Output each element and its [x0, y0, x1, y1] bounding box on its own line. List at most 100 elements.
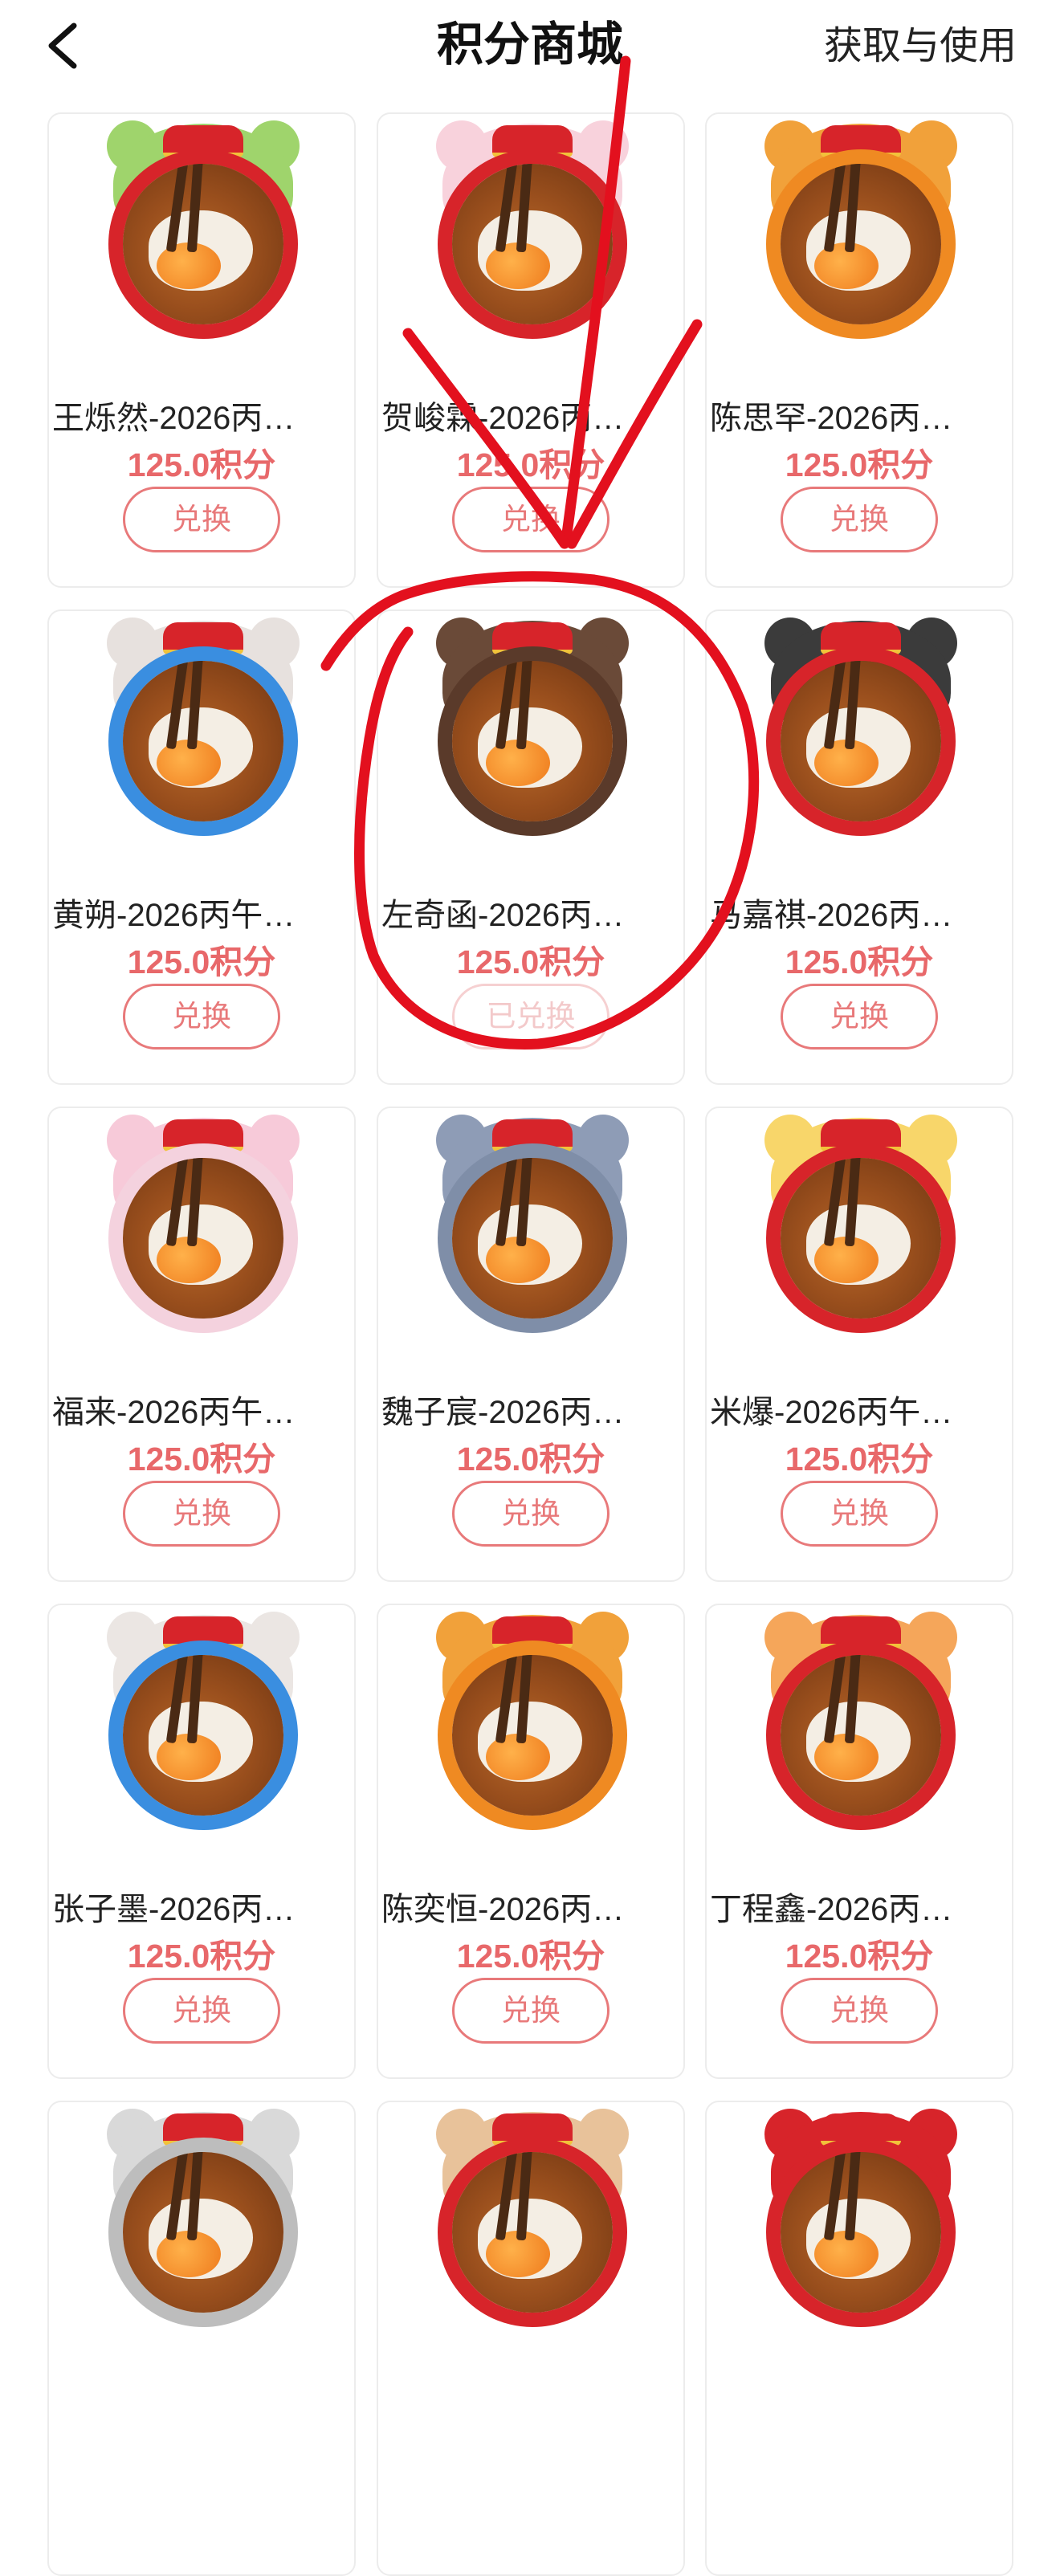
top-bar: 积分商城 获取与使用	[0, 0, 1060, 95]
redeem-button[interactable]: 兑换	[781, 1978, 938, 2044]
product-image	[83, 618, 324, 844]
image-ring	[766, 1641, 956, 1830]
redeem-button[interactable]: 兑换	[123, 1978, 280, 2044]
product-price: 125.0积分	[456, 1938, 605, 1975]
product-title: 黄朔-2026丙午…	[52, 898, 296, 933]
product-title: 张子墨-2026丙…	[52, 1892, 296, 1927]
image-ring	[438, 2138, 627, 2327]
redeem-button[interactable]: 兑换	[452, 1978, 610, 2044]
redeem-button[interactable]: 兑换	[123, 984, 280, 1050]
redeemed-button: 已兑换	[452, 984, 610, 1050]
product-title: 米爆-2026丙午…	[710, 1395, 953, 1430]
fried-egg	[806, 210, 911, 291]
product-card[interactable]: 贺峻霖-2026丙… 125.0积分 兑换	[377, 112, 685, 588]
noodle-bowl	[781, 1158, 941, 1319]
product-price: 125.0积分	[127, 1441, 276, 1478]
image-ring	[108, 1641, 298, 1830]
redeem-button[interactable]: 兑换	[123, 487, 280, 552]
product-card[interactable]: 陈奕恒-2026丙… 125.0积分 兑换	[377, 1604, 685, 2079]
image-ring	[438, 646, 627, 836]
fried-egg	[478, 2199, 582, 2279]
image-ring	[766, 149, 956, 339]
product-title: 陈奕恒-2026丙…	[381, 1892, 625, 1927]
noodle-bowl	[781, 1655, 941, 1816]
fried-egg	[806, 1204, 911, 1285]
redeem-button[interactable]: 兑换	[781, 487, 938, 552]
noodle-bowl	[781, 661, 941, 821]
redeem-button[interactable]: 兑换	[781, 984, 938, 1050]
product-image	[412, 618, 653, 844]
product-card[interactable]: 丁程鑫-2026丙… 125.0积分 兑换	[705, 1604, 1013, 2079]
product-price: 125.0积分	[456, 944, 605, 980]
noodle-bowl	[123, 1158, 283, 1319]
product-card[interactable]: 米爆-2026丙午… 125.0积分 兑换	[705, 1107, 1013, 1582]
product-card[interactable]: 福来-2026丙午… 125.0积分 兑换	[47, 1107, 356, 1582]
image-ring	[108, 1143, 298, 1333]
product-card[interactable]: 魏子宸-2026丙… 125.0积分 兑换	[377, 1107, 685, 1582]
noodle-bowl	[123, 1655, 283, 1816]
image-ring	[108, 2138, 298, 2327]
product-image	[740, 2109, 981, 2335]
redeem-button[interactable]: 兑换	[452, 487, 610, 552]
image-ring	[766, 646, 956, 836]
fried-egg	[149, 210, 253, 291]
product-image	[83, 2109, 324, 2335]
fried-egg	[149, 707, 253, 788]
fried-egg	[806, 2199, 911, 2279]
product-price: 125.0积分	[785, 1938, 934, 1975]
image-ring	[766, 2138, 956, 2327]
noodle-bowl	[781, 2152, 941, 2313]
redeem-button[interactable]: 兑换	[123, 1481, 280, 1547]
product-image	[412, 120, 653, 347]
product-price: 125.0积分	[127, 446, 276, 483]
noodle-bowl	[452, 164, 613, 324]
product-price: 125.0积分	[456, 1441, 605, 1478]
noodle-bowl	[781, 164, 941, 324]
product-card[interactable]	[705, 2101, 1013, 2576]
product-image	[740, 120, 981, 347]
product-image	[740, 1115, 981, 1341]
product-image	[412, 2109, 653, 2335]
product-image	[740, 618, 981, 844]
product-price: 125.0积分	[785, 1441, 934, 1478]
image-ring	[766, 1143, 956, 1333]
product-image	[83, 1612, 324, 1838]
fried-egg	[478, 210, 582, 291]
product-title: 左奇函-2026丙…	[381, 898, 625, 933]
noodle-bowl	[123, 164, 283, 324]
product-image	[412, 1612, 653, 1838]
redeem-button[interactable]: 兑换	[781, 1481, 938, 1547]
redeem-button[interactable]: 兑换	[452, 1481, 610, 1547]
product-card[interactable]: 陈思罕-2026丙… 125.0积分 兑换	[705, 112, 1013, 588]
image-ring	[438, 149, 627, 339]
product-card[interactable]: 张子墨-2026丙… 125.0积分 兑换	[47, 1604, 356, 2079]
product-card[interactable]: 黄朔-2026丙午… 125.0积分 兑换	[47, 609, 356, 1085]
earn-and-use-link[interactable]: 获取与使用	[824, 21, 1017, 72]
product-image	[412, 1115, 653, 1341]
product-image	[83, 120, 324, 347]
noodle-bowl	[452, 1655, 613, 1816]
product-card[interactable]	[47, 2101, 356, 2576]
fried-egg	[149, 1204, 253, 1285]
image-ring	[108, 646, 298, 836]
fried-egg	[478, 707, 582, 788]
noodle-bowl	[452, 1158, 613, 1319]
product-price: 125.0积分	[456, 446, 605, 483]
product-card[interactable]: 王烁然-2026丙… 125.0积分兑换	[47, 112, 356, 588]
product-card[interactable]	[377, 2101, 685, 2576]
product-card[interactable]: 马嘉祺-2026丙… 125.0积分兑换	[705, 609, 1013, 1085]
product-price: 125.0积分	[127, 1938, 276, 1975]
product-title: 马嘉祺-2026丙…	[710, 898, 953, 933]
fried-egg	[149, 1702, 253, 1782]
fried-egg	[478, 1204, 582, 1285]
product-title: 王烁然-2026丙…	[52, 401, 296, 436]
fried-egg	[149, 2199, 253, 2279]
product-title: 陈思罕-2026丙…	[710, 401, 953, 436]
product-image	[83, 1115, 324, 1341]
image-ring	[108, 149, 298, 339]
fried-egg	[478, 1702, 582, 1782]
product-price: 125.0积分	[785, 944, 934, 980]
product-title: 丁程鑫-2026丙…	[710, 1892, 953, 1927]
product-card[interactable]: 左奇函-2026丙… 125.0积分已兑换	[377, 609, 685, 1085]
product-image	[740, 1612, 981, 1838]
